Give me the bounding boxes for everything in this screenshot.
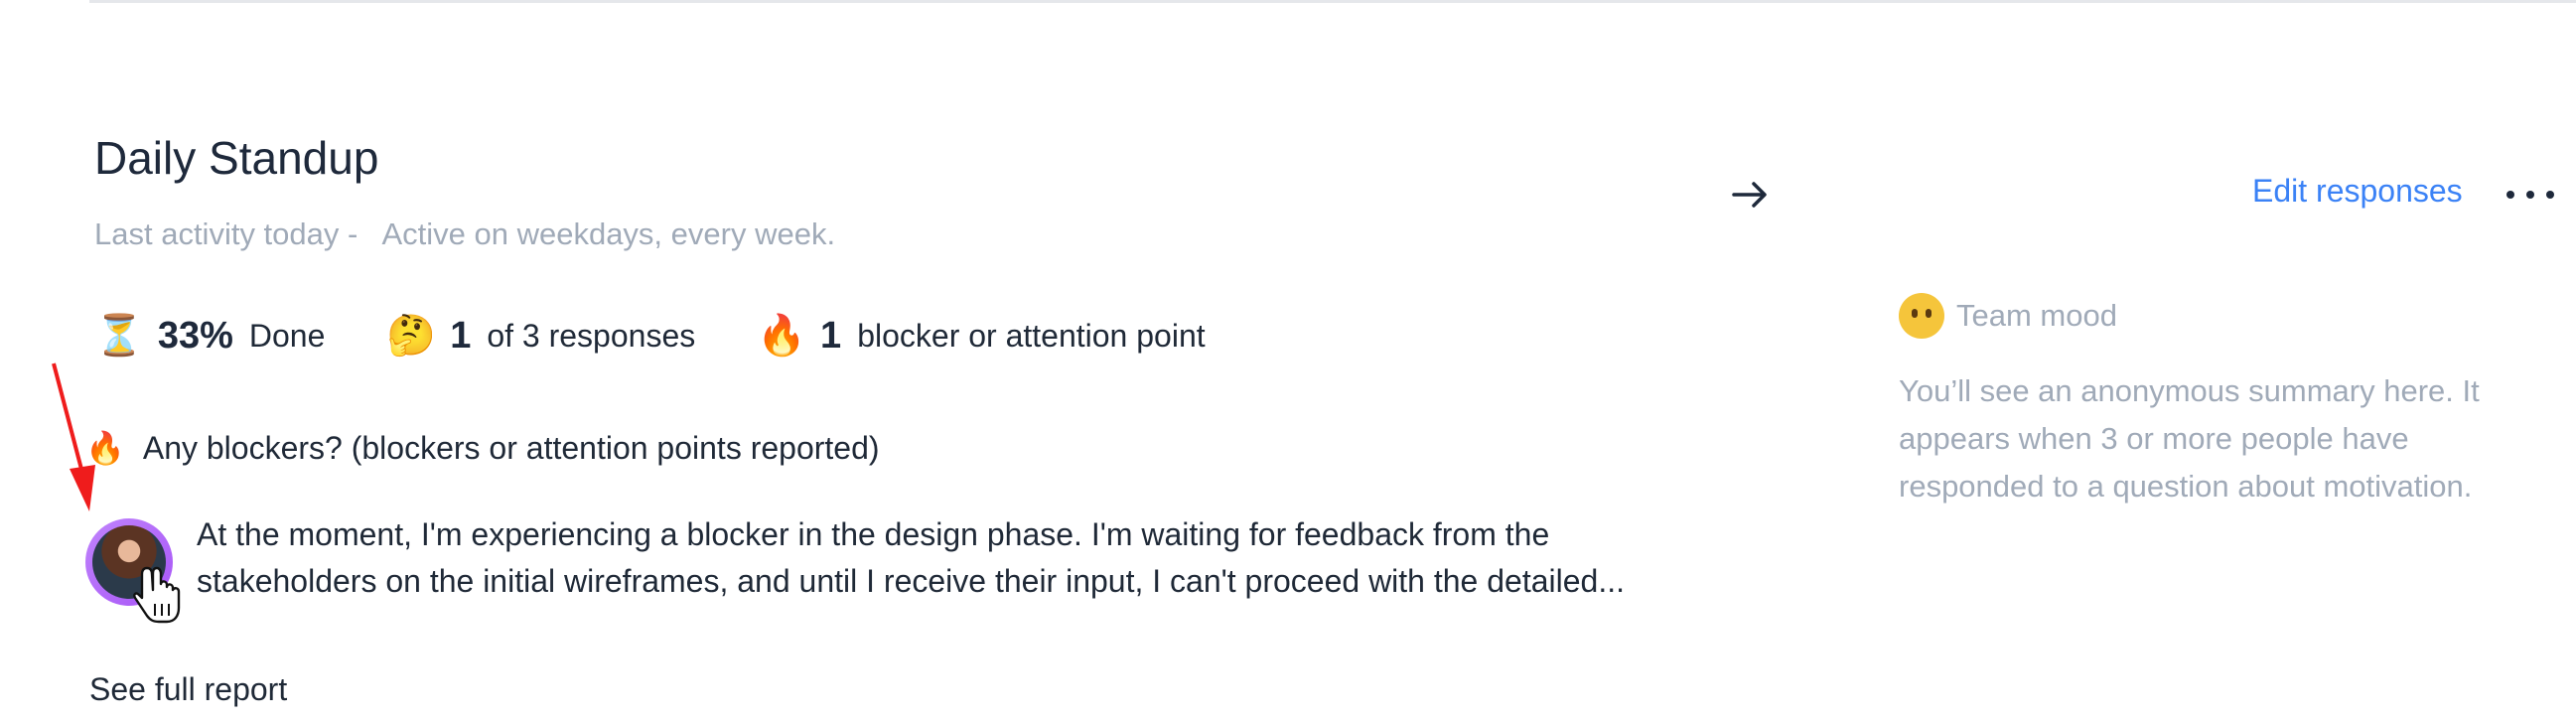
- stat-responses: 🤔 1 of 3 responses: [386, 315, 695, 358]
- see-full-report-link[interactable]: See full report: [89, 671, 287, 708]
- stat-blockers-number: 1: [820, 314, 842, 357]
- team-mood-heading: Team mood: [1899, 293, 2117, 339]
- stat-responses-label: of 3 responses: [487, 317, 696, 354]
- dot-icon: [2506, 191, 2514, 199]
- stat-done-label: Done: [248, 317, 326, 354]
- fire-icon: 🔥: [757, 314, 807, 358]
- dot-icon: [2546, 191, 2554, 199]
- blockers-question-label: Any blockers? (blockers or attention poi…: [142, 429, 880, 466]
- thinking-face-icon: 🤔: [386, 314, 437, 358]
- page-title: Daily Standup: [94, 132, 379, 184]
- stat-blockers-label: blocker or attention point: [857, 317, 1206, 354]
- hourglass-icon: ⏳: [94, 314, 144, 358]
- blockers-question: 🔥 Any blockers? (blockers or attention p…: [85, 429, 880, 467]
- stats-row: ⏳ 33% Done 🤔 1 of 3 responses 🔥 1 blocke…: [94, 308, 1267, 363]
- neutral-face-icon: [1899, 293, 1944, 339]
- arrow-right-icon[interactable]: [1726, 171, 1774, 218]
- team-mood-description: You’ll see an anonymous summary here. It…: [1899, 373, 2480, 504]
- dot-icon: [2526, 191, 2534, 199]
- hand-cursor-icon: [133, 566, 181, 624]
- more-options-button[interactable]: [2506, 175, 2554, 215]
- stat-responses-number: 1: [450, 314, 472, 357]
- team-mood-label: Team mood: [1956, 298, 2117, 333]
- edit-responses-link[interactable]: Edit responses: [2252, 173, 2463, 210]
- top-divider: [89, 0, 2576, 3]
- blocker-response-text: At the moment, I'm experiencing a blocke…: [197, 516, 1625, 599]
- stat-done-number: 33%: [157, 314, 233, 357]
- activity-subtitle: Last activity today - Active on weekdays…: [94, 217, 836, 251]
- stat-blockers: 🔥 1 blocker or attention point: [757, 315, 1205, 358]
- stat-done: ⏳ 33% Done: [94, 315, 325, 358]
- annotation-arrow-icon: [52, 362, 95, 511]
